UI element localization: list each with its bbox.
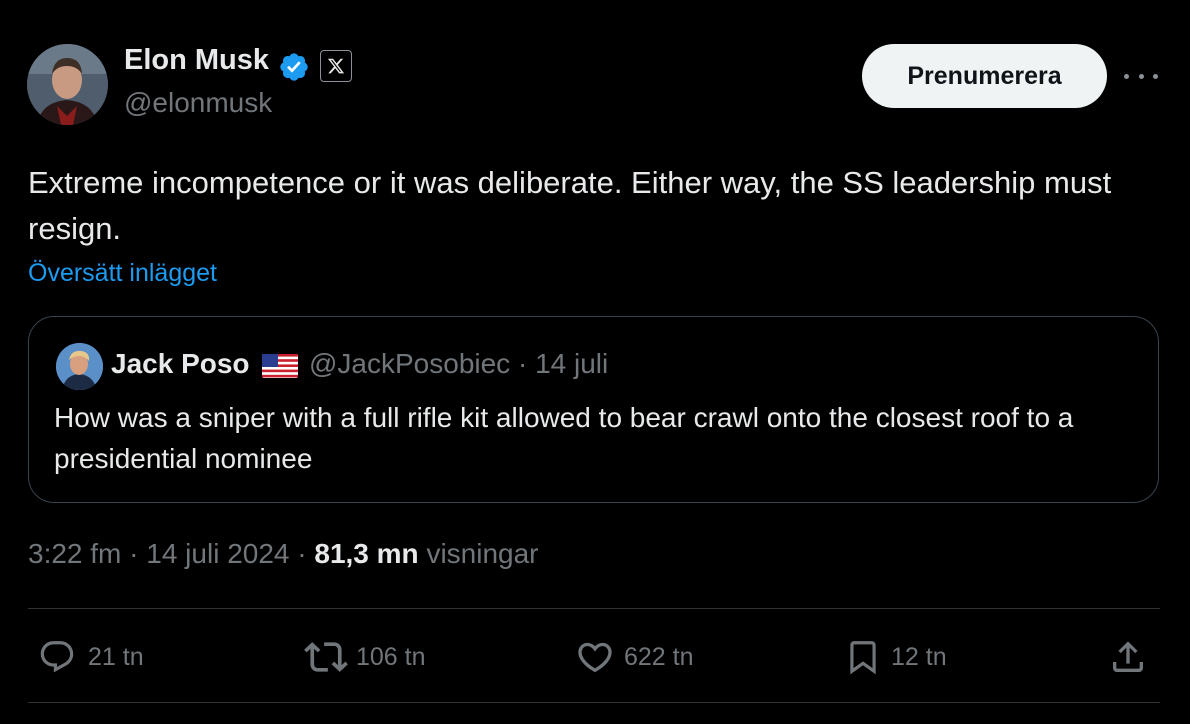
quoted-author-avatar[interactable] <box>56 343 103 390</box>
repost-count: 106 tn <box>356 642 426 671</box>
subscribe-button[interactable]: Prenumerera <box>862 44 1107 108</box>
repost-button[interactable]: 106 tn <box>304 636 426 678</box>
author-name[interactable]: Elon Musk <box>124 44 269 77</box>
us-flag-icon <box>262 354 298 378</box>
verified-badge-icon <box>280 53 308 81</box>
reply-count: 21 tn <box>88 642 144 671</box>
quoted-meta[interactable]: @JackPosobiec · 14 juli <box>309 348 608 380</box>
reply-button[interactable]: 21 tn <box>38 636 144 678</box>
quoted-tweet[interactable]: Jack Poso @JackPosobiec · 14 juli How wa… <box>28 316 1159 503</box>
like-button[interactable]: 622 tn <box>575 636 694 678</box>
author-avatar[interactable] <box>27 44 108 125</box>
bookmark-count: 12 tn <box>891 642 947 671</box>
divider <box>28 608 1160 609</box>
affiliate-x-badge-icon[interactable] <box>320 50 352 82</box>
more-dot <box>1124 73 1129 79</box>
heart-icon <box>578 642 612 673</box>
like-count: 622 tn <box>624 642 694 671</box>
share-button[interactable] <box>1108 636 1148 678</box>
quoted-text: How was a sniper with a full rifle kit a… <box>54 402 1074 474</box>
share-icon <box>1113 641 1143 672</box>
reply-icon <box>40 641 74 673</box>
more-options-icon[interactable] <box>1124 66 1158 86</box>
author-handle[interactable]: @elonmusk <box>124 87 272 119</box>
more-dot <box>1138 73 1144 79</box>
views-count: 81,3 mn <box>314 538 419 569</box>
tweet-text: Extreme incompetence or it was deliberat… <box>28 165 1112 246</box>
bookmark-icon <box>850 641 876 675</box>
more-dot <box>1153 73 1158 79</box>
quoted-author-name[interactable]: Jack Poso <box>111 348 250 380</box>
tweet-meta: 3:22 fm · 14 juli 2024 · 81,3 mn visning… <box>28 538 539 570</box>
translate-post-link[interactable]: Översätt inlägget <box>28 259 217 288</box>
bookmark-button[interactable]: 12 tn <box>844 636 947 678</box>
tweet-timestamp[interactable]: 3:22 fm · 14 juli 2024 · <box>28 538 314 569</box>
repost-icon <box>304 642 348 672</box>
divider <box>28 702 1160 703</box>
views-label: visningar <box>426 538 539 569</box>
